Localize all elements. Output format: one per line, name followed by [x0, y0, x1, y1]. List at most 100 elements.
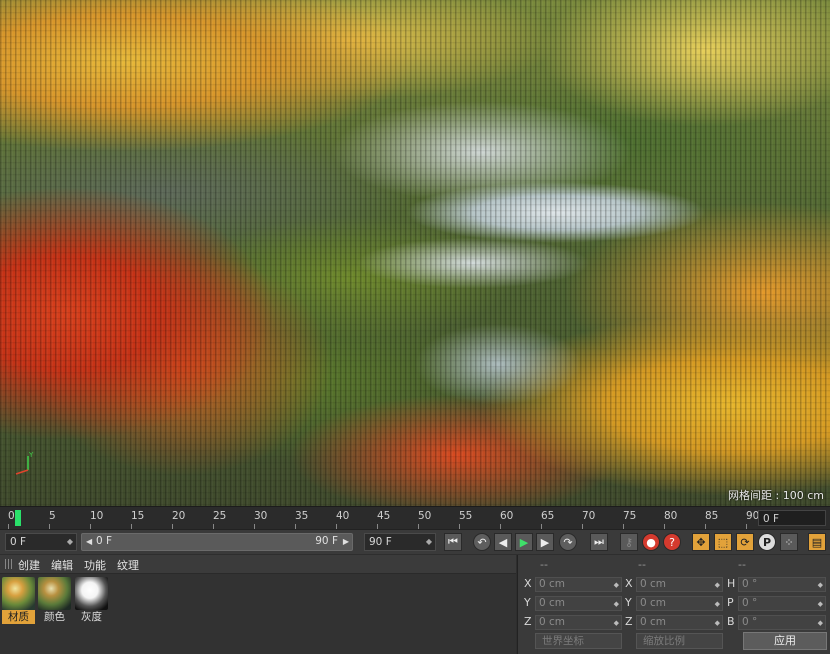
pos-y-value: 0 cm: [539, 597, 566, 609]
rot-p-label: P: [727, 596, 734, 609]
end-frame-value: 90 F: [369, 536, 392, 548]
coordinate-mode-dropdown[interactable]: 世界坐标: [535, 633, 622, 649]
prev-frame-button[interactable]: ◀: [494, 533, 512, 551]
step-back-icon: ◀: [498, 535, 508, 549]
size-y-label: Y: [625, 596, 632, 609]
menu-texture[interactable]: 纹理: [117, 557, 139, 573]
spinner-icon: ◆: [425, 537, 432, 546]
ruler-tick-label: 65: [541, 510, 555, 522]
material-label: 灰度: [81, 611, 102, 623]
start-frame-value: 0 F: [10, 536, 27, 548]
start-frame-field[interactable]: 0 F ◆: [5, 533, 77, 551]
coordinate-mode-value: 世界坐标: [542, 635, 584, 647]
current-frame-field[interactable]: 0 F: [758, 510, 826, 526]
next-key-icon: ↷: [563, 535, 573, 549]
end-frame-field[interactable]: 90 F ◆: [364, 533, 436, 551]
key-rotation-button[interactable]: ⟳: [736, 533, 754, 551]
ruler-tick-label: 25: [213, 510, 227, 522]
rot-header: --: [738, 558, 746, 571]
coordinates-panel: -- -- -- X 0 cm ◆ Y 0 cm ◆ Z 0 cm ◆ X 0 cm ◆…: [517, 555, 830, 654]
ruler-tick-label: 20: [172, 510, 186, 522]
pos-z-value: 0 cm: [539, 616, 566, 628]
ruler-tick-label: 75: [623, 510, 637, 522]
pos-x-value: 0 cm: [539, 578, 566, 590]
skip-end-icon: ⏭: [594, 535, 604, 548]
material-list[interactable]: 材质 颜色 灰度: [0, 574, 516, 654]
grid-dots-icon: ⁘: [784, 535, 794, 549]
ruler-tick-label: 85: [705, 510, 719, 522]
timeline-toggle-button[interactable]: ▤: [808, 533, 826, 551]
ruler-tick-label: 15: [131, 510, 145, 522]
size-z-field[interactable]: 0 cm ◆: [636, 615, 723, 630]
material-preview-icon: [75, 577, 108, 610]
rot-h-field[interactable]: 0 ° ◆: [738, 577, 826, 592]
material-label: 材质: [2, 610, 35, 624]
material-label: 颜色: [44, 611, 65, 623]
rot-p-field[interactable]: 0 ° ◆: [738, 596, 826, 611]
ruler-tick-label: 0: [8, 510, 15, 522]
ruler-tick-label: 45: [377, 510, 391, 522]
key-parameter-button[interactable]: P: [758, 533, 776, 551]
size-y-field[interactable]: 0 cm ◆: [636, 596, 723, 611]
rot-b-label: B: [727, 615, 735, 628]
material-swatch[interactable]: 材质: [2, 577, 35, 626]
ruler-tick-label: 10: [90, 510, 104, 522]
ruler-tick-label: 80: [664, 510, 678, 522]
menu-edit[interactable]: 编辑: [51, 557, 73, 573]
material-manager-menubar: 创建 编辑 功能 纹理: [0, 555, 516, 574]
size-x-value: 0 cm: [640, 578, 667, 590]
p-icon: P: [762, 535, 772, 549]
play-button[interactable]: ▶: [515, 533, 533, 551]
spinner-icon: ◆: [714, 600, 720, 608]
pos-x-field[interactable]: 0 cm ◆: [535, 577, 622, 592]
go-to-end-button[interactable]: ⏭: [590, 533, 608, 551]
menu-function[interactable]: 功能: [84, 557, 106, 573]
next-frame-button[interactable]: ▶: [536, 533, 554, 551]
material-swatch[interactable]: 颜色: [38, 577, 71, 626]
auto-key-button[interactable]: ?: [663, 533, 681, 551]
range-end-value: 90 F: [315, 535, 338, 547]
timeline-ruler[interactable]: 0 5 10 15 20 25 30 35 40 45 50 55 60 65 70 75 80 85 90 0 F: [0, 506, 830, 529]
prev-key-icon: ↶: [477, 535, 487, 549]
record-icon: ●: [646, 535, 656, 549]
menu-create[interactable]: 创建: [18, 557, 40, 573]
spinner-icon: ◆: [66, 537, 73, 546]
spinner-icon: ◆: [817, 600, 823, 608]
spinner-icon: ◆: [714, 619, 720, 627]
ruler-tick-label: 35: [295, 510, 309, 522]
panel-grip-icon[interactable]: [5, 559, 14, 569]
go-to-start-button[interactable]: ⏮: [444, 533, 462, 551]
frame-ruler[interactable]: 0 5 10 15 20 25 30 35 40 45 50 55 60 65 70 75 80 85 90: [8, 507, 759, 529]
size-x-label: X: [625, 577, 633, 590]
key-pla-button[interactable]: ⁘: [780, 533, 798, 551]
preview-range-slider[interactable]: ◀ 0 F 90 F ▶: [81, 533, 353, 551]
pos-z-field[interactable]: 0 cm ◆: [535, 615, 622, 630]
key-position-button[interactable]: ✥: [692, 533, 710, 551]
rot-p-value: 0 °: [742, 597, 758, 609]
spinner-icon: ◆: [613, 600, 619, 608]
pos-x-label: X: [524, 577, 532, 590]
size-x-field[interactable]: 0 cm ◆: [636, 577, 723, 592]
size-z-value: 0 cm: [640, 616, 667, 628]
ruler-tick-label: 5: [49, 510, 56, 522]
ruler-tick-label: 60: [500, 510, 514, 522]
3d-viewport[interactable]: Y 网格间距 : 100 cm: [0, 0, 830, 506]
apply-button[interactable]: 应用: [743, 632, 827, 650]
pos-y-field[interactable]: 0 cm ◆: [535, 596, 622, 611]
rot-b-field[interactable]: 0 ° ◆: [738, 615, 826, 630]
ruler-tick-label: 55: [459, 510, 473, 522]
prev-keyframe-button[interactable]: ↶: [473, 533, 491, 551]
material-preview-icon: [2, 577, 35, 610]
material-swatch[interactable]: 灰度: [75, 577, 108, 626]
key-scale-button[interactable]: ⬚: [714, 533, 732, 551]
keyframe-selection-button[interactable]: ⚷: [620, 533, 638, 551]
next-keyframe-button[interactable]: ↷: [559, 533, 577, 551]
playhead[interactable]: [15, 510, 21, 526]
record-button[interactable]: ●: [642, 533, 660, 551]
pos-z-label: Z: [524, 615, 532, 628]
pos-header: --: [540, 558, 548, 571]
ruler-tick-label: 50: [418, 510, 432, 522]
pos-y-label: Y: [524, 596, 531, 609]
grid-spacing-readout: 网格间距 : 100 cm: [728, 489, 824, 502]
scale-mode-dropdown[interactable]: 缩放比例: [636, 633, 723, 649]
